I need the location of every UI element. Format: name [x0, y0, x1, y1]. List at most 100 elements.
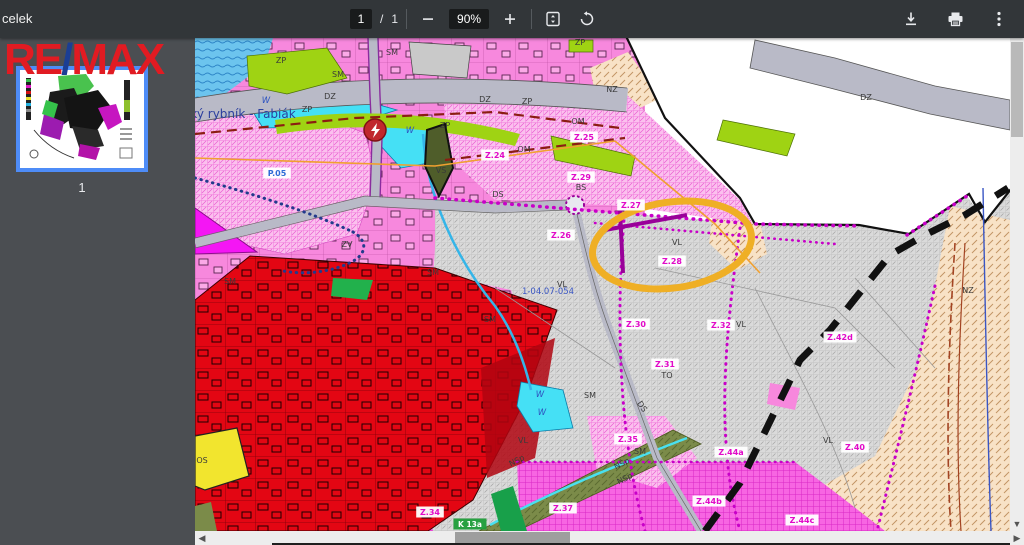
svg-text:Z.31: Z.31 [655, 360, 675, 369]
download-button[interactable] [898, 6, 924, 32]
svg-text:ZP: ZP [302, 105, 312, 114]
svg-text:DZ: DZ [860, 93, 872, 102]
map-label: Z.31 [651, 359, 679, 370]
thumbnail-page-number: 1 [0, 180, 164, 195]
svg-text:DZ: DZ [324, 92, 336, 101]
svg-text:Z.44a: Z.44a [718, 448, 743, 457]
map-label: K 13a [454, 519, 487, 530]
page-total: 1 [391, 12, 398, 26]
fit-to-page-button[interactable] [540, 6, 566, 32]
vertical-scroll-thumb[interactable] [1011, 42, 1023, 137]
svg-text:SM: SM [484, 315, 496, 324]
svg-text:W: W [406, 126, 415, 136]
svg-text:OM: OM [571, 117, 584, 126]
remax-logo-max: MAX [71, 35, 163, 84]
svg-text:Z.25: Z.25 [574, 133, 594, 142]
remax-logo-re: RE [4, 35, 61, 84]
map-label: Z.32 [707, 320, 735, 331]
svg-text:Z.40: Z.40 [845, 443, 865, 452]
svg-text:Z.44b: Z.44b [696, 497, 722, 506]
svg-text:BS: BS [576, 183, 586, 192]
minus-icon [421, 12, 435, 26]
remax-logo: RE/MAX [4, 38, 163, 82]
map-label: OM [571, 117, 584, 126]
map-label: Z.35 [614, 434, 642, 445]
map-label: Z.29 [567, 172, 595, 183]
vertical-scrollbar[interactable]: ▼ [1010, 38, 1024, 531]
zoom-level-value[interactable]: 90% [449, 9, 489, 29]
map-label: DZ [479, 95, 491, 104]
map-label: W [406, 126, 415, 136]
svg-text:Z.42d: Z.42d [827, 333, 853, 342]
svg-text:P.05: P.05 [268, 169, 287, 178]
fit-page-icon [545, 11, 561, 27]
svg-text:Z.35: Z.35 [618, 435, 638, 444]
scroll-left-arrow[interactable]: ◀ [195, 531, 209, 545]
document-title: celek [2, 11, 32, 26]
map-label: Z.24 [481, 150, 509, 161]
map-label: P.05 [263, 168, 291, 179]
page-number-input[interactable] [350, 9, 372, 29]
map-label: Z.40 [841, 442, 869, 453]
svg-text:Z.28: Z.28 [662, 257, 682, 266]
map-label: BS [576, 183, 586, 192]
zoom-out-button[interactable] [415, 6, 441, 32]
map-label: ZP [276, 56, 286, 65]
toolbar-center-controls: / 1 90% [350, 0, 600, 38]
pdf-toolbar: celek / 1 90% [0, 0, 1024, 38]
scroll-down-arrow[interactable]: ▼ [1010, 517, 1024, 531]
svg-text:Z.27: Z.27 [621, 201, 641, 210]
map-label: SM [427, 268, 439, 277]
svg-text:1-04.07-054: 1-04.07-054 [522, 287, 574, 297]
map-label: VL [823, 436, 833, 445]
remax-logo-slash: / [61, 35, 71, 84]
svg-text:SM: SM [634, 447, 646, 456]
svg-text:VL: VL [518, 436, 528, 445]
kebab-menu-icon [997, 11, 1001, 27]
map-label: ZV [342, 240, 353, 249]
plus-icon [503, 12, 517, 26]
map-label: VL [736, 320, 746, 329]
svg-text:Z.44c: Z.44c [790, 516, 815, 525]
map-label: SM [332, 70, 344, 79]
scroll-right-arrow[interactable]: ▶ [1010, 531, 1024, 545]
svg-text:VL: VL [736, 320, 746, 329]
map-label: Z.30 [622, 319, 650, 330]
map-label: 1-04.07-054 [522, 287, 574, 297]
print-button[interactable] [942, 6, 968, 32]
svg-text:VS: VS [436, 166, 447, 175]
map-label: Z.42d [824, 332, 857, 343]
svg-text:SM: SM [584, 391, 596, 400]
svg-text:SM: SM [224, 277, 236, 286]
map-label: SM [484, 315, 496, 324]
map-label: VL [672, 238, 682, 247]
map-label: W [536, 390, 545, 400]
map-label: ZP [440, 121, 450, 130]
svg-text:K 13a: K 13a [458, 520, 482, 529]
svg-text:ZP: ZP [575, 38, 585, 47]
map-label: Z.27 [617, 200, 645, 211]
pdf-page-map[interactable]: Z.24 Z.25 Z.29 Z.27 Z.26 Z.28 Z.30 Z.32 Z.31 Z.42… [195, 38, 1010, 531]
svg-text:Z.24: Z.24 [485, 151, 505, 160]
svg-text:SM: SM [386, 48, 398, 57]
rotate-button[interactable] [574, 6, 600, 32]
map-label: Z.26 [547, 230, 575, 241]
svg-text:ZV: ZV [342, 240, 353, 249]
location-marker[interactable] [364, 119, 386, 141]
thumbnail-sidebar: 1 RE/MAX [0, 38, 195, 545]
svg-text:ZP: ZP [522, 97, 532, 106]
map-label: SM [634, 447, 646, 456]
svg-text:NZ: NZ [606, 85, 618, 94]
map-label: Z.44c [786, 515, 819, 526]
thumbnail-map-preview [20, 70, 144, 168]
svg-text:TO: TO [660, 371, 672, 380]
more-options-button[interactable] [986, 6, 1012, 32]
svg-text:Z.29: Z.29 [571, 173, 591, 182]
svg-text:VL: VL [823, 436, 833, 445]
map-label: ZP [575, 38, 585, 47]
zoom-in-button[interactable] [497, 6, 523, 32]
svg-text:W: W [536, 390, 545, 400]
map-label: DZ [324, 92, 336, 101]
map-label: SM [224, 277, 236, 286]
map-label: Z.34 [416, 507, 444, 518]
